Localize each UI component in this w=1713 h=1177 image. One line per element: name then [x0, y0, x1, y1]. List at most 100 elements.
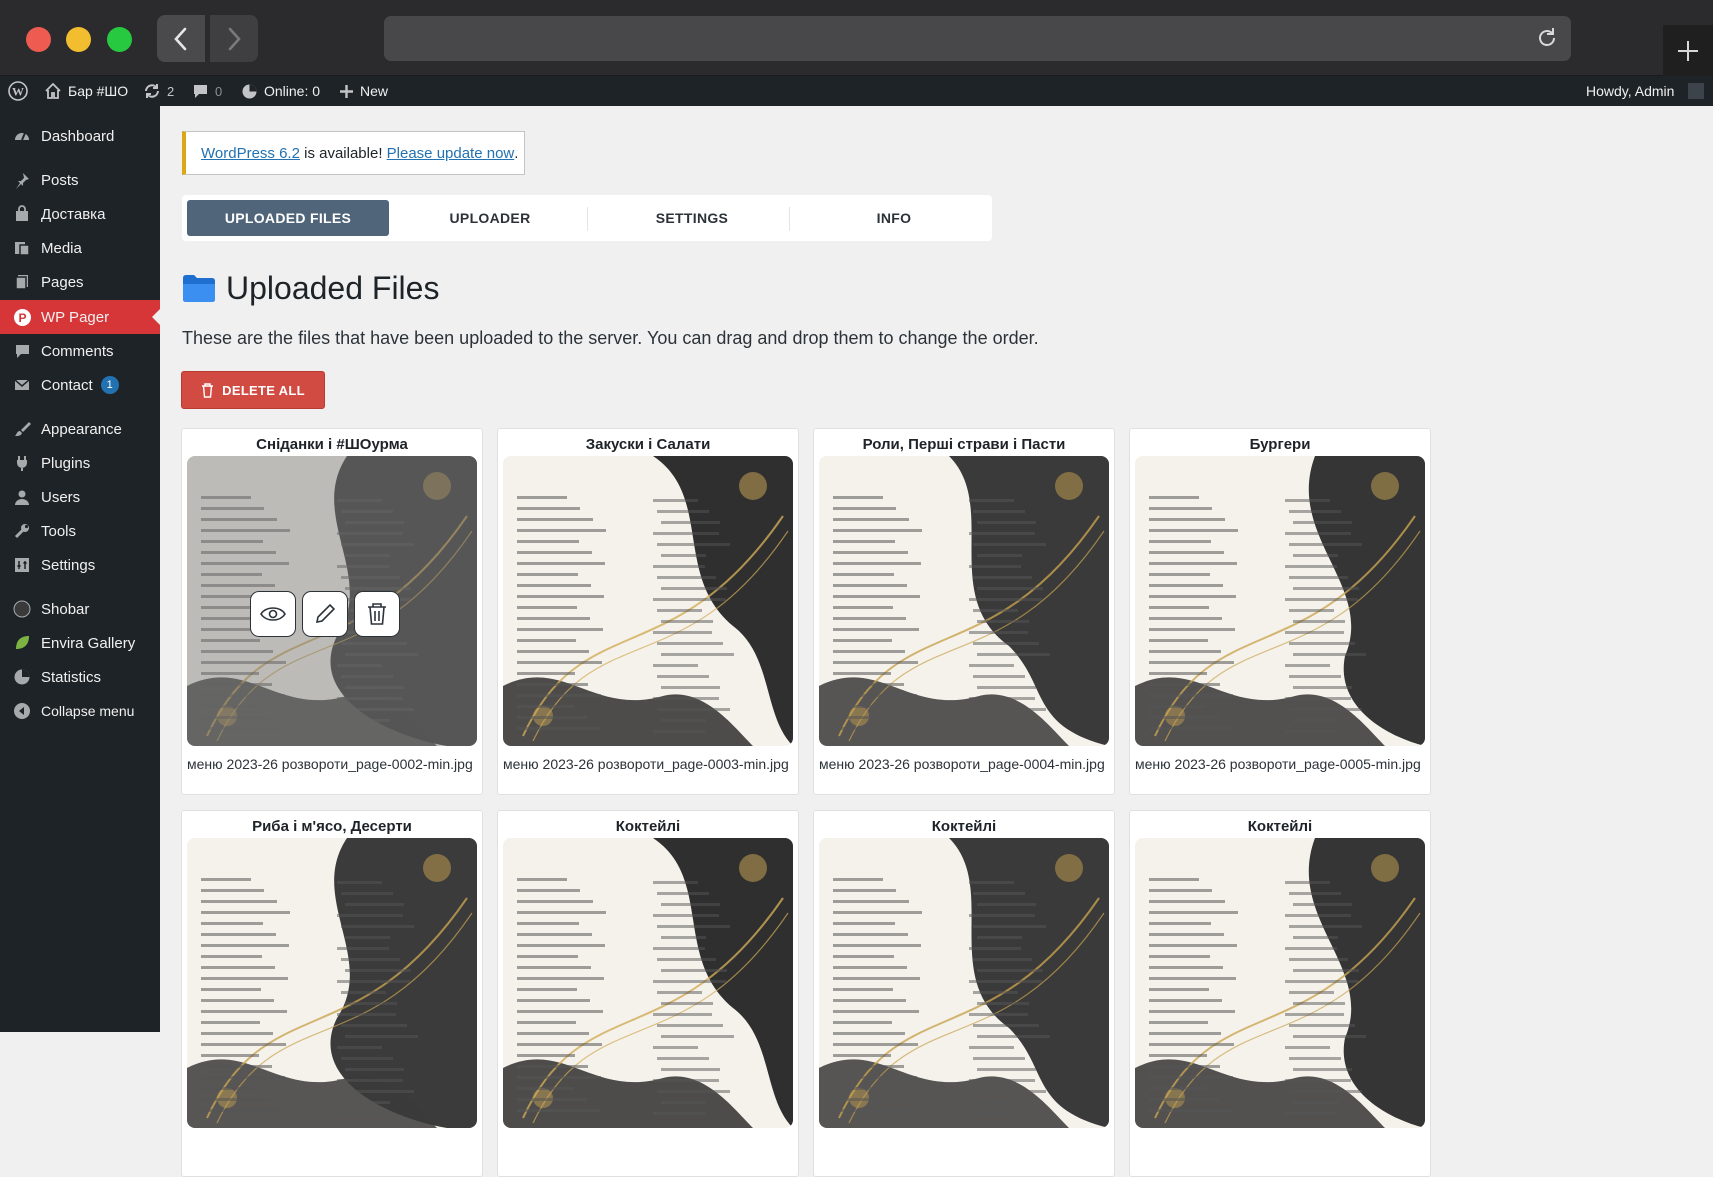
notice-text: is available! — [299, 144, 387, 162]
new-tab-button[interactable] — [1663, 25, 1713, 76]
sidebar-item-label: Collapse menu — [41, 703, 135, 719]
page-title: Uploaded Files — [182, 268, 439, 308]
pencil-icon — [315, 603, 336, 624]
sidebar-item-settings[interactable]: Settings — [0, 548, 160, 582]
sidebar-item-envira-gallery[interactable]: Envira Gallery — [0, 626, 160, 660]
my-account-link[interactable]: Howdy, Admin — [1586, 76, 1705, 106]
pie-icon — [12, 667, 32, 687]
comments-link[interactable]: 0 — [192, 76, 222, 106]
file-card-title: Коктейлі — [615, 818, 681, 835]
sidebar-item-label: Shobar — [41, 600, 90, 618]
collapse-icon — [12, 701, 32, 721]
wordpress-version-link[interactable]: WordPress 6.2 — [201, 145, 300, 162]
close-window-button[interactable] — [26, 27, 51, 52]
sidebar-item-shobar[interactable]: Shobar — [0, 592, 160, 626]
sidebar-item-posts[interactable]: Posts — [0, 163, 160, 197]
file-thumbnail[interactable] — [503, 456, 793, 746]
avatar — [1688, 83, 1705, 99]
dashboard-icon — [12, 126, 32, 146]
file-card[interactable]: Коктейлі — [813, 810, 1115, 1177]
sidebar-item-contact[interactable]: Contact 1 — [0, 368, 160, 402]
online-label: Online: 0 — [264, 83, 321, 99]
file-name: меню 2023-26 розвороти_page-0004-min.jpg — [819, 756, 1105, 772]
collapse-menu-button[interactable]: Collapse menu — [0, 694, 160, 728]
home-icon — [45, 82, 61, 99]
reload-icon[interactable] — [1535, 26, 1559, 55]
update-now-link[interactable]: Please update now — [387, 145, 515, 162]
sidebar-item-media[interactable]: Media — [0, 231, 160, 265]
file-card[interactable]: Коктейлі — [1129, 810, 1431, 1177]
sidebar-item-pages[interactable]: Pages — [0, 265, 160, 299]
online-link[interactable]: Online: 0 — [241, 76, 320, 106]
howdy-text: Howdy, Admin — [1586, 83, 1675, 99]
mail-icon — [12, 375, 32, 395]
file-thumbnail[interactable] — [187, 456, 477, 746]
file-name: меню 2023-26 розвороти_page-0003-min.jpg — [503, 756, 789, 772]
file-thumbnail[interactable] — [819, 838, 1109, 1128]
updates-icon — [145, 84, 159, 98]
pages-icon — [12, 272, 32, 292]
tab-settings[interactable]: SETTINGS — [591, 200, 793, 236]
delete-all-button[interactable]: DELETE ALL — [181, 371, 325, 409]
file-card[interactable]: Закуски і Салати меню 2023-26 розвороти_… — [497, 428, 799, 795]
file-thumbnail[interactable] — [819, 456, 1109, 746]
sidebar-item-dashboard[interactable]: Dashboard — [0, 119, 160, 153]
maximize-window-button[interactable] — [107, 27, 132, 52]
browser-toolbar — [0, 0, 1713, 76]
back-button[interactable] — [157, 15, 205, 62]
leaf-icon — [12, 633, 32, 653]
user-icon — [12, 487, 32, 507]
file-card-title: Сніданки і #ШОурма — [256, 436, 408, 453]
sidebar-item-delivery[interactable]: Доставка — [0, 197, 160, 231]
file-thumbnail[interactable] — [187, 838, 477, 1128]
brush-icon — [12, 419, 32, 439]
sidebar-item-tools[interactable]: Tools — [0, 514, 160, 548]
updates-link[interactable]: 2 — [143, 76, 174, 106]
sidebar-item-label: Envira Gallery — [41, 634, 136, 652]
file-thumbnail[interactable] — [1135, 456, 1425, 746]
trash-icon — [368, 603, 386, 625]
tab-uploader[interactable]: UPLOADER — [389, 200, 591, 236]
delete-all-label: DELETE ALL — [222, 382, 305, 398]
sidebar-item-label: Statistics — [41, 668, 102, 686]
eye-icon — [260, 607, 286, 621]
file-card-title: Роли, Перші страви і Пасти — [862, 436, 1066, 453]
file-card[interactable]: Бургери меню 2023-26 розвороти_page-0005… — [1129, 428, 1431, 795]
wrench-icon — [12, 521, 32, 541]
file-thumbnail[interactable] — [1135, 838, 1425, 1128]
page-title-text: Uploaded Files — [226, 269, 440, 306]
svg-text:P: P — [18, 311, 26, 325]
comments-count: 0 — [215, 83, 223, 99]
sidebar-item-plugins[interactable]: Plugins — [0, 446, 160, 480]
file-card[interactable]: Риба і м'ясо, Десерти — [181, 810, 483, 1177]
sidebar-item-label: Tools — [41, 522, 77, 540]
site-name-link[interactable]: Бар #ШО — [44, 76, 128, 106]
forward-button[interactable] — [210, 15, 258, 62]
delete-button[interactable] — [354, 591, 400, 637]
address-bar[interactable] — [384, 16, 1571, 61]
tab-info[interactable]: INFO — [793, 200, 995, 236]
file-card[interactable]: Роли, Перші страви і Пасти меню 2023-26 … — [813, 428, 1115, 795]
sidebar-item-appearance[interactable]: Appearance — [0, 412, 160, 446]
view-button[interactable] — [250, 591, 296, 637]
tab-uploaded-files[interactable]: UPLOADED FILES — [187, 200, 389, 236]
file-card[interactable]: Сніданки і #ШОурма меню 2023-26 розворот… — [181, 428, 483, 795]
file-thumbnail[interactable] — [503, 838, 793, 1128]
sidebar-item-statistics[interactable]: Statistics — [0, 660, 160, 694]
sidebar-item-users[interactable]: Users — [0, 480, 160, 514]
wordpress-logo-icon[interactable]: W — [8, 76, 28, 106]
sidebar-item-label: WP Pager — [41, 308, 110, 326]
sidebar-item-label: Media — [41, 239, 82, 257]
sidebar-item-label: Comments — [41, 342, 114, 360]
bag-icon — [12, 204, 32, 224]
new-label: New — [360, 83, 389, 99]
new-content-link[interactable]: New — [339, 76, 388, 106]
sidebar-item-comments[interactable]: Comments — [0, 334, 160, 368]
contact-count-badge: 1 — [100, 376, 119, 394]
file-card[interactable]: Коктейлі — [497, 810, 799, 1177]
minimize-window-button[interactable] — [66, 27, 91, 52]
file-card-title: Риба і м'ясо, Десерти — [252, 818, 412, 835]
tab-bar: UPLOADED FILES UPLOADER SETTINGS INFO — [182, 195, 992, 241]
edit-button[interactable] — [302, 591, 348, 637]
sidebar-item-wp-pager[interactable]: P WP Pager — [0, 300, 160, 334]
